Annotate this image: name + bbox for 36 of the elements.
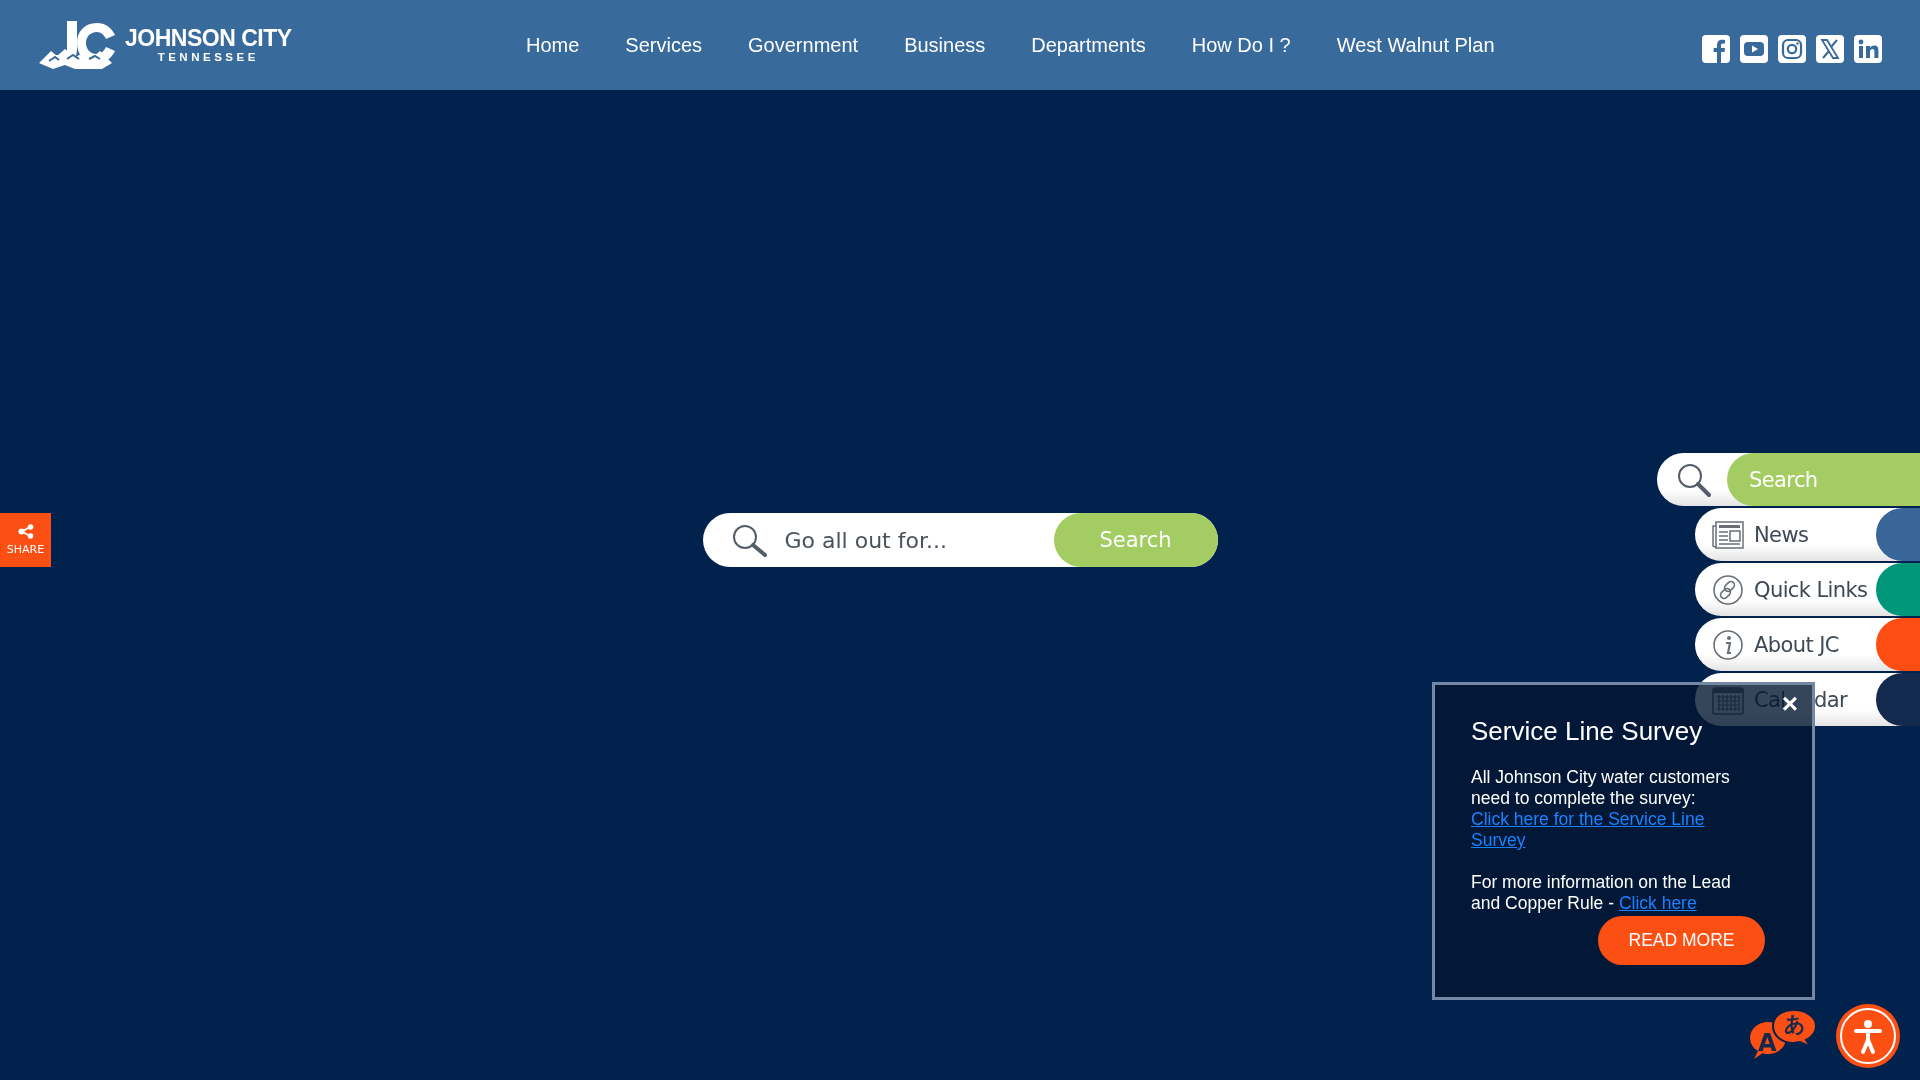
popup-text: All Johnson City water customers need to complete the survey: — [1471, 767, 1731, 809]
quick-access-tab[interactable]: About JC — [1695, 618, 1920, 671]
tab-label: News — [1754, 522, 1809, 547]
nav-link[interactable]: Business — [904, 33, 986, 57]
popup-title: Service Line Survey — [1471, 716, 1704, 747]
accessibility-icon — [1838, 1006, 1898, 1066]
search-tab-label: Search — [1727, 453, 1920, 506]
search-icon — [730, 523, 769, 557]
share-icon — [17, 524, 34, 539]
nav-link[interactable]: Departments — [1031, 33, 1146, 57]
youtube-icon[interactable] — [1739, 34, 1769, 64]
link-icon — [1712, 573, 1744, 606]
facebook-icon[interactable] — [1701, 34, 1731, 64]
tab-label: About JC — [1754, 632, 1839, 657]
tab-label: Quick Links — [1754, 577, 1868, 602]
nav-link[interactable]: Government — [748, 33, 859, 57]
x-icon[interactable] — [1815, 34, 1845, 64]
read-more-button[interactable]: READ MORE — [1598, 916, 1765, 965]
translate-button[interactable]: A あ — [1748, 1008, 1820, 1064]
popup-text: For more information on the Lead and Copper Rule - Click here — [1471, 872, 1732, 914]
nav-link[interactable]: Home — [526, 33, 580, 57]
nav-link[interactable]: Services — [625, 33, 703, 57]
info-link[interactable]: Click here — [1618, 893, 1697, 913]
quick-access-tab[interactable]: Quick Links — [1695, 563, 1920, 616]
survey-link[interactable]: Click here for the Service Line Survey — [1471, 809, 1760, 851]
nav-link[interactable]: West Walnut Plan — [1336, 33, 1495, 57]
share-button[interactable]: SHARE — [0, 513, 51, 567]
logo-subtitle: TENNESSEE — [157, 50, 259, 64]
quick-access-tab[interactable]: News — [1695, 508, 1920, 561]
tab-label: dar — [1813, 687, 1847, 712]
nav-link[interactable]: How Do I ? — [1191, 33, 1291, 57]
newspaper-icon — [1712, 520, 1744, 549]
logo-name: JOHNSON CITY — [125, 26, 292, 50]
info-icon — [1712, 628, 1744, 661]
instagram-icon[interactable] — [1777, 34, 1807, 64]
linkedin-icon[interactable] — [1853, 34, 1883, 64]
